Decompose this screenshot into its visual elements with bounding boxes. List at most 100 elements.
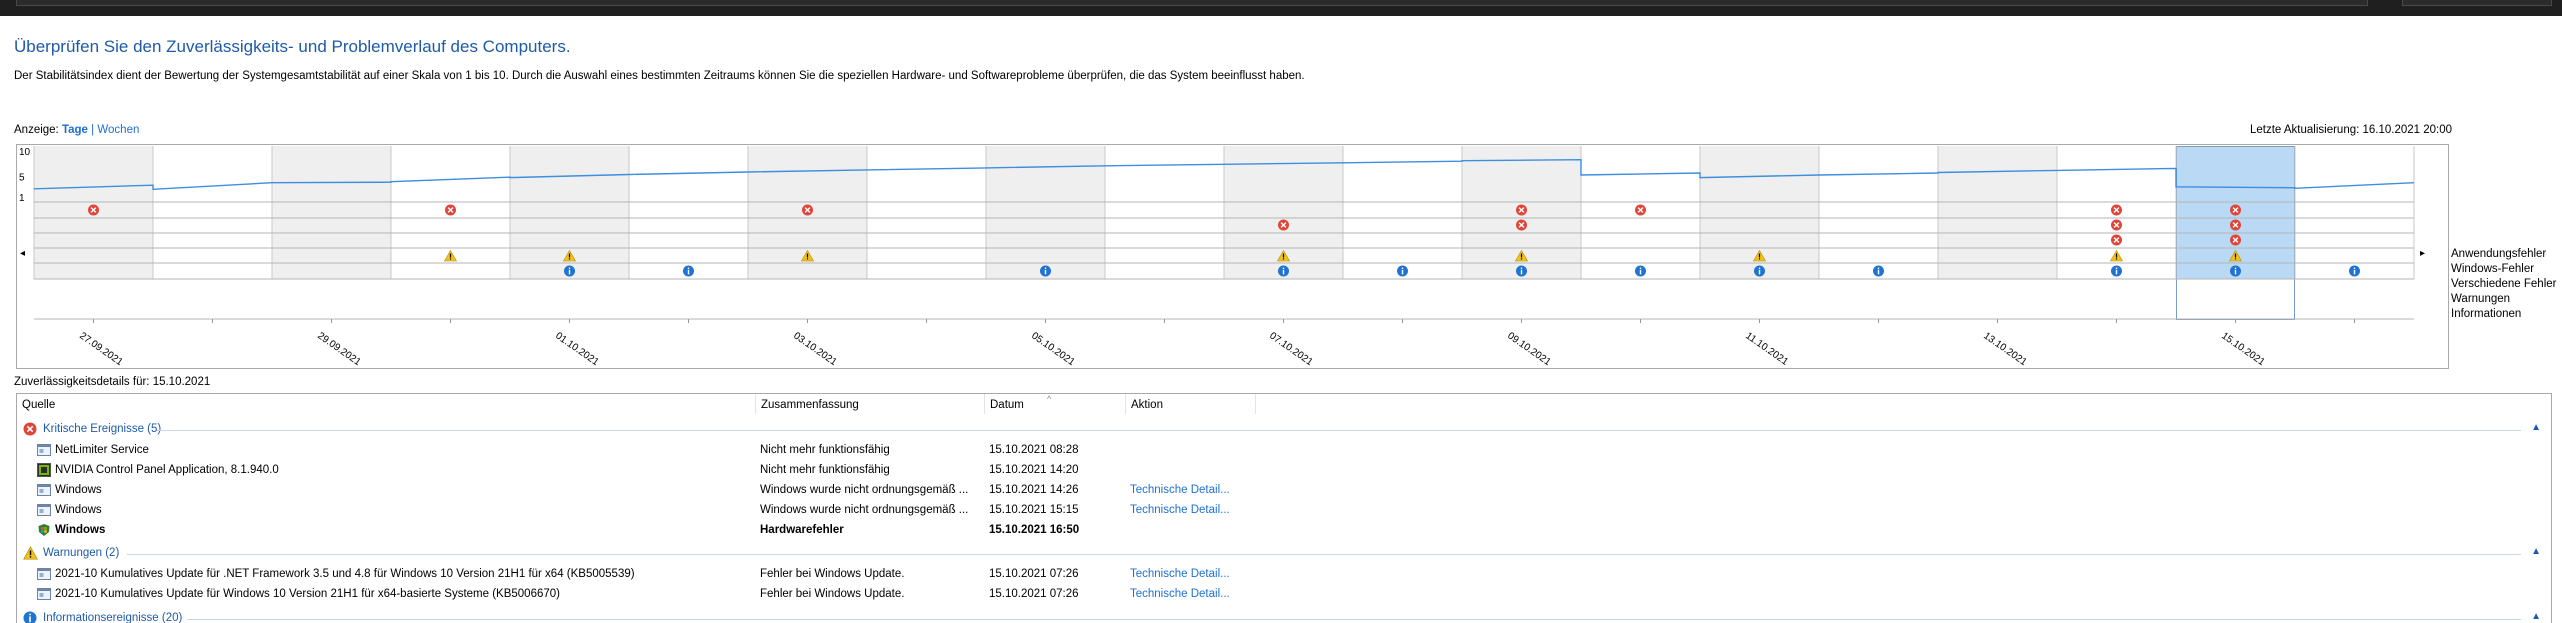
technical-details-link[interactable]: Technische Detail... xyxy=(1130,568,1230,580)
row-summary: Nicht mehr funktionsfähig xyxy=(760,464,890,476)
row-source: NetLimiter Service xyxy=(55,444,149,456)
group-information-label: Informationsereignisse (20) xyxy=(43,612,183,623)
error-event-icon[interactable] xyxy=(1278,219,1289,231)
day-column[interactable] xyxy=(1938,146,2057,279)
row-summary: Windows wurde nicht ordnungsgemäß ... xyxy=(760,504,969,516)
row-source: 2021-10 Kumulatives Update für .NET Fram… xyxy=(55,568,635,580)
group-divider xyxy=(127,554,2521,555)
scroll-right-icon[interactable]: ▸ xyxy=(2420,248,2425,259)
row-date: 15.10.2021 07:26 xyxy=(989,588,1079,600)
scroll-left-icon[interactable]: ◂ xyxy=(20,248,25,259)
info-event-icon[interactable] xyxy=(564,265,575,277)
date-axis-label: 01.10.2021 xyxy=(553,330,601,368)
warning-icon xyxy=(23,546,38,560)
error-event-icon[interactable] xyxy=(2111,204,2122,216)
view-label: Anzeige: xyxy=(14,124,59,136)
info-event-icon[interactable] xyxy=(1278,265,1289,277)
table-row[interactable]: 2021-10 Kumulatives Update für Windows 1… xyxy=(17,584,2551,604)
event-category-label: Windows-Fehler xyxy=(2451,263,2535,275)
technical-details-link[interactable]: Technische Detail... xyxy=(1130,504,1230,516)
row-summary: Fehler bei Windows Update. xyxy=(760,588,905,600)
technical-details-link[interactable]: Technische Detail... xyxy=(1130,588,1230,600)
row-source: Windows xyxy=(55,504,102,516)
column-header-date[interactable]: Datum xyxy=(985,394,1126,414)
error-event-icon[interactable] xyxy=(445,204,456,216)
event-category-label: Informationen xyxy=(2451,308,2522,320)
table-row[interactable]: NVIDIA Control Panel Application, 8.1.94… xyxy=(17,460,2551,480)
group-warnings-label: Warnungen (2) xyxy=(43,547,120,559)
row-source: Windows xyxy=(55,524,106,536)
date-axis-label: 05.10.2021 xyxy=(1029,330,1077,368)
column-header-source[interactable]: Quelle xyxy=(17,394,756,414)
table-row[interactable]: Windows Windows wurde nicht ordnungsgemäß… xyxy=(17,500,2551,520)
table-row[interactable]: 2021-10 Kumulatives Update für .NET Fram… xyxy=(17,564,2551,584)
info-event-icon[interactable] xyxy=(2230,265,2241,277)
row-summary: Nicht mehr funktionsfähig xyxy=(760,444,890,456)
view-weeks-link[interactable]: Wochen xyxy=(97,124,139,136)
information-icon xyxy=(23,611,37,623)
date-axis-label: 11.10.2021 xyxy=(1743,330,1790,368)
address-field[interactable] xyxy=(16,0,2368,6)
day-column[interactable] xyxy=(1343,146,1462,279)
info-event-icon[interactable] xyxy=(1516,265,1527,277)
application-window-icon xyxy=(37,484,51,496)
group-information-events[interactable]: Informationsereignisse (20) ▲ xyxy=(17,609,2551,623)
event-category-label: Anwendungsfehler xyxy=(2451,248,2547,260)
info-event-icon[interactable] xyxy=(1873,265,1884,277)
group-divider xyxy=(157,430,2521,431)
group-warnings[interactable]: Warnungen (2) ▲ xyxy=(17,544,2551,562)
error-event-icon[interactable] xyxy=(802,204,813,216)
technical-details-link[interactable]: Technische Detail... xyxy=(1130,484,1230,496)
stability-chart-svg: 10 5 1 ◂ ▸ 27.09.2021 29.09.2021 01.10.2021 03.1… xyxy=(19,146,2425,368)
error-event-icon[interactable] xyxy=(1516,219,1527,231)
day-column[interactable] xyxy=(272,146,391,279)
table-row[interactable]: Windows Hardwarefehler 15.10.2021 16:50 xyxy=(17,520,2551,540)
date-axis-label: 15.10.2021 xyxy=(2219,330,2267,368)
table-row[interactable]: Windows Windows wurde nicht ordnungsgemäß… xyxy=(17,480,2551,500)
details-title: Zuverlässigkeitsdetails für: 15.10.2021 xyxy=(14,376,211,388)
y-tick-label: 10 xyxy=(19,147,31,158)
windows-shield-icon xyxy=(38,524,50,536)
row-date: 15.10.2021 14:26 xyxy=(989,484,1079,496)
info-event-icon[interactable] xyxy=(683,265,694,277)
collapse-icon[interactable]: ▲ xyxy=(2531,422,2541,433)
error-event-icon[interactable] xyxy=(2230,204,2241,216)
info-event-icon[interactable] xyxy=(1040,265,1051,277)
window-top-bar xyxy=(0,0,2562,16)
view-days-link[interactable]: Tage xyxy=(62,124,88,136)
collapse-icon[interactable]: ▲ xyxy=(2531,611,2541,622)
reliability-details-table: Quelle Zusammenfassung Datum Aktion ^ Kr… xyxy=(16,393,2552,623)
date-axis-label: 03.10.2021 xyxy=(791,330,839,368)
info-event-icon[interactable] xyxy=(1397,265,1408,277)
error-event-icon[interactable] xyxy=(88,204,99,216)
column-header-summary[interactable]: Zusammenfassung xyxy=(756,394,985,414)
info-event-icon[interactable] xyxy=(1635,265,1646,277)
info-event-icon[interactable] xyxy=(2349,265,2360,277)
search-field[interactable] xyxy=(2402,0,2552,6)
error-event-icon[interactable] xyxy=(1516,204,1527,216)
info-event-icon[interactable] xyxy=(1754,265,1765,277)
error-event-icon[interactable] xyxy=(1635,204,1646,216)
date-axis-label: 29.09.2021 xyxy=(315,330,363,368)
last-update-text: Letzte Aktualisierung: 16.10.2021 20:00 xyxy=(2250,124,2453,136)
info-event-icon[interactable] xyxy=(2111,265,2122,277)
error-event-icon[interactable] xyxy=(2111,234,2122,246)
error-event-icon[interactable] xyxy=(2230,234,2241,246)
collapse-icon[interactable]: ▲ xyxy=(2531,546,2541,557)
application-window-icon xyxy=(37,588,51,600)
date-axis-label: 13.10.2021 xyxy=(1981,330,2029,368)
column-header-action[interactable]: Aktion xyxy=(1126,394,1256,414)
event-category-label: Verschiedene Fehler xyxy=(2451,278,2557,290)
row-summary: Fehler bei Windows Update. xyxy=(760,568,905,580)
group-critical-events[interactable]: Kritische Ereignisse (5) ▲ xyxy=(17,420,2551,438)
day-column[interactable] xyxy=(1819,146,1938,279)
error-event-icon[interactable] xyxy=(2111,219,2122,231)
error-event-icon[interactable] xyxy=(2230,219,2241,231)
intro-text: Der Stabilitätsindex dient der Bewertung… xyxy=(14,70,1305,82)
table-row[interactable]: NetLimiter Service Nicht mehr funktionsfä… xyxy=(17,440,2551,460)
day-column[interactable] xyxy=(867,146,986,279)
day-column[interactable] xyxy=(153,146,272,279)
day-column[interactable] xyxy=(629,146,748,279)
row-date: 15.10.2021 16:50 xyxy=(989,524,1080,536)
day-column[interactable] xyxy=(2295,146,2414,279)
